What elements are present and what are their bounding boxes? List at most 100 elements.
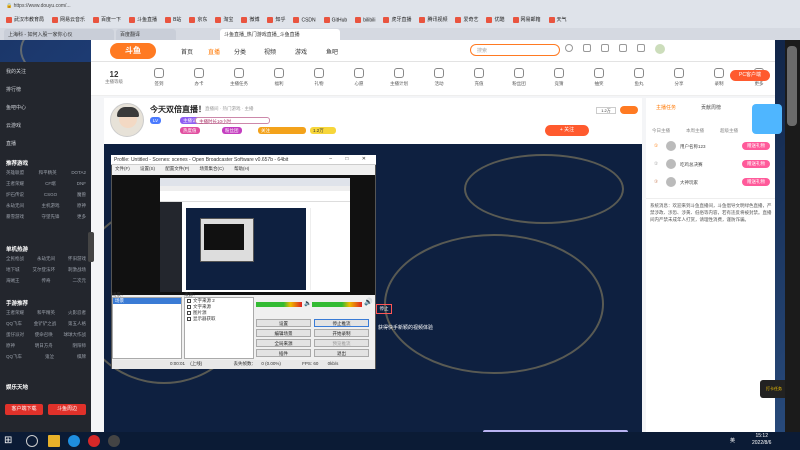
bookmark-item[interactable]: 百度一下 <box>93 16 121 23</box>
start-recording-button[interactable]: 开始录制 <box>314 329 369 337</box>
sidebar-category-link[interactable]: 魔兽 <box>77 192 86 198</box>
sidebar-category-link[interactable]: CSGO <box>44 192 57 198</box>
sidebar-category-link[interactable]: 明日方舟 <box>35 343 53 349</box>
sidebar-category-link[interactable]: 地下城 <box>6 267 20 273</box>
feature-item[interactable]: 分享 <box>659 68 699 87</box>
speaker-icon[interactable]: 🔈 <box>304 300 311 307</box>
sidebar-category-link[interactable]: 艾尔登法环 <box>33 267 56 273</box>
sidebar-category-link[interactable]: 永劫无间 <box>6 203 24 209</box>
feature-item[interactable]: 主播计划 <box>379 68 419 87</box>
nav-fishbar[interactable]: 鱼吧 <box>326 47 338 56</box>
bookmark-item[interactable]: 优酷 <box>486 16 505 23</box>
client-download-button[interactable]: 客户端下载 <box>5 404 43 415</box>
menu-scene-collection[interactable]: 场景集合(C) <box>200 166 224 172</box>
sidebar-category-link[interactable]: 火影忍者 <box>68 310 86 316</box>
bookmark-item[interactable]: 武汉市教育局 <box>6 16 44 23</box>
sidebar-category-link[interactable]: 全民枪战 <box>6 256 24 262</box>
feature-item[interactable]: 心愿 <box>339 68 379 87</box>
sidebar-item-cloudgame[interactable]: 云游戏 <box>6 122 21 129</box>
settings-button[interactable]: 设置 <box>256 319 311 327</box>
search-icon[interactable] <box>26 435 38 447</box>
level-badge[interactable]: 12 主播等级 <box>105 70 123 85</box>
sidebar-item-live[interactable]: 直播 <box>6 140 16 147</box>
source-item[interactable]: 显示器获取 <box>185 316 253 322</box>
sidebar-category-link[interactable]: 传奇 <box>42 278 51 284</box>
gift-icon[interactable] <box>637 44 645 52</box>
feature-item[interactable]: 抽奖 <box>579 68 619 87</box>
nav-game[interactable]: 游戏 <box>295 47 307 56</box>
sidebar-category-link[interactable]: 和平精英 <box>39 170 57 176</box>
bookmark-item[interactable]: B站 <box>165 16 181 23</box>
system-clock[interactable]: 15:12 2022/8/6 <box>752 433 771 447</box>
rank-row[interactable]: ② 吃鸡总决赛 赠送礼物 <box>650 158 772 172</box>
obs-icon[interactable] <box>108 435 120 447</box>
site-logo[interactable]: 斗鱼 <box>110 43 156 59</box>
bookmark-item[interactable]: 微博 <box>241 16 259 23</box>
bookmark-item[interactable]: 网易邮箱 <box>512 16 541 23</box>
bookmark-item[interactable]: 腾讯视频 <box>419 16 447 23</box>
feature-item[interactable]: 办卡 <box>179 68 219 87</box>
sidebar-category-link[interactable]: 阴阳师 <box>73 343 87 349</box>
bookmark-item[interactable]: 京东 <box>189 16 207 23</box>
windows-start-icon[interactable]: ⊞ <box>4 435 16 447</box>
user-avatar[interactable] <box>655 44 665 54</box>
sidebar-category-link[interactable]: 怀旧游戏 <box>68 256 86 262</box>
feature-item[interactable]: 鱼丸 <box>619 68 659 87</box>
sidebar-item-follow[interactable]: 我的关注 <box>6 68 26 75</box>
sidebar-category-link[interactable]: 蛋仔派对 <box>6 332 24 338</box>
sidebar-category-link[interactable]: 刺激战场 <box>68 267 86 273</box>
nav-live[interactable]: 直播 <box>208 47 220 56</box>
sidebar-category-link[interactable]: 金铲铲之战 <box>34 321 57 327</box>
menu-file[interactable]: 文件(F) <box>115 166 130 172</box>
event-banner[interactable] <box>752 104 782 134</box>
feature-item[interactable]: 签到 <box>139 68 179 87</box>
rank-row[interactable]: ① 用户名称123 赠送礼物 <box>650 140 772 154</box>
sidebar-category-link[interactable]: 英雄联盟 <box>6 170 24 176</box>
sources-list[interactable]: 文字来源 2 文字来源 图片源 显示器获取 <box>184 297 254 359</box>
streamer-avatar[interactable] <box>110 103 144 137</box>
tab-2[interactable]: 百度翻译 <box>116 29 176 40</box>
sidebar-category-link[interactable]: 鬼泣 <box>45 354 54 360</box>
sidebar-category-link[interactable]: DOTA2 <box>71 170 86 176</box>
sidebar-category-link[interactable]: 使命召唤 <box>35 332 53 338</box>
feature-item[interactable]: 礼物 <box>299 68 339 87</box>
sidebar-item-fishbar[interactable]: 鱼吧中心 <box>6 104 26 111</box>
sidebar-category-link[interactable]: 暴雪游戏 <box>6 214 24 220</box>
merch-button[interactable]: 斗鱼周边 <box>48 404 86 415</box>
sidebar-category-link[interactable]: 守望先锋 <box>42 214 60 220</box>
preview-stream-button[interactable]: 预览推流 <box>314 339 369 347</box>
follow-button[interactable]: + 关注 <box>545 125 589 136</box>
sidebar-item-rank[interactable]: 排行榜 <box>6 86 21 93</box>
bookmark-item[interactable]: 淘宝 <box>215 16 233 23</box>
scene-item[interactable]: 场景 <box>113 298 181 304</box>
bookmark-item[interactable]: 网易云音乐 <box>52 16 85 23</box>
address-bar[interactable]: 🔒 https://www.douyu.com/... <box>6 3 71 9</box>
mic-icon[interactable]: 🔊 <box>364 298 373 306</box>
sidebar-category-link[interactable]: 海贼王 <box>6 278 20 284</box>
feature-item[interactable]: 充值 <box>459 68 499 87</box>
menu-profile[interactable]: 配置文件(P) <box>165 166 189 172</box>
menu-settings[interactable]: 设置(S) <box>140 166 155 172</box>
feature-item[interactable]: 活动 <box>419 68 459 87</box>
download-icon[interactable] <box>583 44 591 52</box>
task-notice[interactable]: 打卡任务 <box>760 380 788 398</box>
file-explorer-icon[interactable] <box>48 435 60 447</box>
sidebar-category-link[interactable]: 原神 <box>6 343 15 349</box>
bookmark-item[interactable]: 知乎 <box>267 16 285 23</box>
feature-item[interactable]: 竞猜 <box>539 68 579 87</box>
bookmark-item[interactable]: GitHub <box>323 16 347 23</box>
bookmark-item[interactable]: 虎牙直播 <box>383 16 411 23</box>
sidebar-category-link[interactable]: 球球大作战 <box>64 332 87 338</box>
share-button[interactable] <box>620 106 638 114</box>
sidebar-category-link[interactable]: DNF <box>77 181 86 187</box>
rank-row[interactable]: ③ 大神玩家 赠送礼物 <box>650 176 772 190</box>
sidebar-category-link[interactable]: 更多 <box>77 214 86 220</box>
history-icon[interactable] <box>565 44 573 52</box>
bookmark-item[interactable]: CSDN <box>293 16 316 23</box>
sidebar-category-link[interactable]: 二次元 <box>73 278 87 284</box>
scrollbar-thumb[interactable] <box>787 46 797 126</box>
nav-home[interactable]: 首页 <box>181 47 193 56</box>
sidebar-category-link[interactable]: 主机游戏 <box>42 203 60 209</box>
sidebar-collapse-handle[interactable] <box>88 232 94 262</box>
ime-indicator[interactable]: 英 <box>730 437 735 444</box>
